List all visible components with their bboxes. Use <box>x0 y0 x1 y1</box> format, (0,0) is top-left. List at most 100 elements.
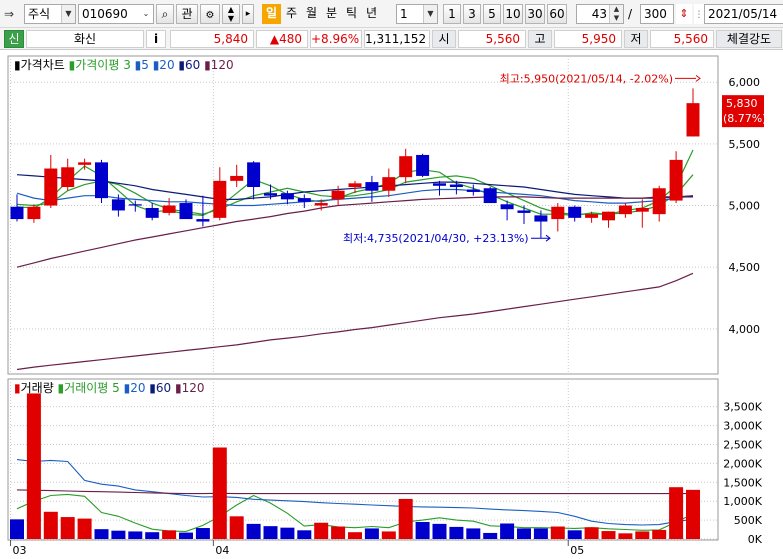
tab-period-2[interactable]: 월 <box>302 4 321 24</box>
volume-tick-label: 500K <box>734 514 763 527</box>
open-label: 시 <box>432 30 456 48</box>
chevron-down-icon: ▼ <box>423 5 437 23</box>
candle-body <box>449 184 463 188</box>
tab-period-0[interactable]: 일 <box>262 4 281 24</box>
volume-tick-label: 1,000K <box>723 495 762 508</box>
minute-button-10[interactable]: 10 <box>503 4 523 24</box>
price-legend-period-120: ▮120 <box>204 58 234 72</box>
down-icon: ▼ <box>227 14 235 23</box>
zoom-button[interactable]: ⇕ <box>676 4 692 24</box>
stepper-button[interactable]: ▲ ▼ <box>222 4 240 24</box>
stock-code-input[interactable]: 010690 ⌄ <box>78 4 154 24</box>
grip-icon: ⋮ <box>694 10 704 20</box>
tab-period-1[interactable]: 주 <box>282 4 301 24</box>
volume-bar <box>314 522 329 539</box>
volume-legend-ma-label: ▮거래이평 <box>58 381 113 395</box>
volume-bar <box>567 530 582 539</box>
volume-bar <box>466 528 481 539</box>
open-label-text: 시 <box>438 32 450 46</box>
minute-button-1[interactable]: 1 <box>443 4 461 24</box>
total-count-value: 300 <box>644 7 667 21</box>
trade-volume-value: 1,311,152 <box>365 32 427 46</box>
minute-button-label: 5 <box>488 7 496 21</box>
candle-body <box>44 168 58 206</box>
price-tick-label: 5,000 <box>729 200 761 213</box>
volume-bar <box>500 523 515 539</box>
price-legend-marker: ▮ <box>14 58 21 72</box>
tab-period-4[interactable]: 틱 <box>342 4 361 24</box>
candle-body <box>534 215 548 222</box>
price-legend: ▮가격차트 ▮가격이평 3 ▮5 ▮20 ▮60 ▮120 <box>14 58 234 72</box>
search-icon: ⌕ <box>161 7 169 21</box>
total-count-input[interactable]: 300 <box>640 4 674 24</box>
candle-body <box>635 207 649 212</box>
settings-button[interactable]: ⋮ <box>694 4 704 24</box>
volume-axis: 0K 500K 1,000K 1,500K 2,000K 2,500K 3,000K 3,50… <box>723 401 762 546</box>
volume-bar <box>331 526 346 539</box>
volume-bar <box>364 528 379 539</box>
chevron-down-icon: ⌄ <box>139 5 153 23</box>
volume-bar <box>550 526 565 539</box>
candle-body <box>213 180 227 218</box>
watchlist-button[interactable]: 관 <box>176 4 198 24</box>
count-stepper-icon[interactable]: ▲ ▼ <box>609 5 623 23</box>
volume-bar <box>348 532 362 539</box>
volume-bar <box>449 526 464 539</box>
minute-button-label: 1 <box>448 7 456 21</box>
candle-body <box>686 103 700 137</box>
volume-tick-label: 3,000K <box>723 420 762 433</box>
search-button[interactable]: ⌕ <box>156 4 174 24</box>
more-button[interactable]: ▸ <box>242 4 254 24</box>
volume-legend-period-120: ▮120 <box>175 381 205 395</box>
high-price: 5,950 <box>554 30 622 48</box>
volume-legend-marker: ▮ <box>14 381 21 395</box>
tab-period-3[interactable]: 분 <box>322 4 341 24</box>
info-button[interactable]: i <box>146 30 166 48</box>
minute-button-label: 3 <box>468 7 476 21</box>
candle-body <box>382 177 396 191</box>
stock-chart[interactable]: 4,000 4,500 5,000 5,500 6,000 0K 500K 1,000K 1,… <box>0 54 783 559</box>
minute-button-60[interactable]: 60 <box>547 4 567 24</box>
volume-bar <box>179 532 193 539</box>
strength-label-text: 체결강도 <box>726 32 772 46</box>
date-input[interactable]: 2021/05/14 <box>704 4 783 24</box>
minute-button-30[interactable]: 30 <box>525 4 545 24</box>
market-select[interactable]: 주식 ▼ <box>24 4 76 24</box>
price-legend-ma-label: ▮가격이평 <box>69 58 124 72</box>
market-select-value: 주식 <box>28 7 51 21</box>
candle-count-input[interactable]: 43 ▲ ▼ <box>576 4 624 24</box>
tab-period-5[interactable]: 년 <box>362 4 381 24</box>
strength-label: 체결강도 <box>716 30 782 48</box>
tab-period-label: 일 <box>265 6 278 20</box>
volume-bar <box>669 487 684 539</box>
candle-body <box>111 199 125 211</box>
price-tick-label: 4,500 <box>729 261 761 274</box>
volume-bar <box>263 526 278 539</box>
open-price-value: 5,560 <box>485 32 520 46</box>
candle-body <box>500 204 514 210</box>
price-change-pct: +8.96% <box>310 30 362 48</box>
current-price: 5,840 <box>170 30 254 48</box>
volume-tick-label: 3,500K <box>723 401 762 414</box>
group-button[interactable]: ⚙ <box>200 4 220 24</box>
candle-body <box>95 162 108 199</box>
high-price-value: 5,950 <box>581 32 616 46</box>
high-annotation: 최고:5,950(2021/05/14, -2.02%) <box>500 72 673 85</box>
unit-select[interactable]: 1 ▼ <box>396 4 438 24</box>
volume-tick-label: 2,500K <box>723 438 762 451</box>
volume-bar <box>145 532 160 539</box>
candle-body <box>348 183 362 188</box>
volume-bar <box>432 523 447 539</box>
month-label: 03 <box>13 544 27 557</box>
candle-body <box>331 190 345 200</box>
volume-bar <box>618 533 633 539</box>
volume-bar <box>195 528 210 539</box>
minute-button-5[interactable]: 5 <box>483 4 501 24</box>
minute-button-3[interactable]: 3 <box>463 4 481 24</box>
price-legend-title: 가격차트 <box>21 58 69 72</box>
candle-body <box>230 175 244 181</box>
candle-body <box>128 204 142 206</box>
volume-bar <box>686 489 700 539</box>
pin-arrow-icon[interactable]: ⇒ <box>4 6 22 22</box>
volume-bar <box>229 516 244 539</box>
